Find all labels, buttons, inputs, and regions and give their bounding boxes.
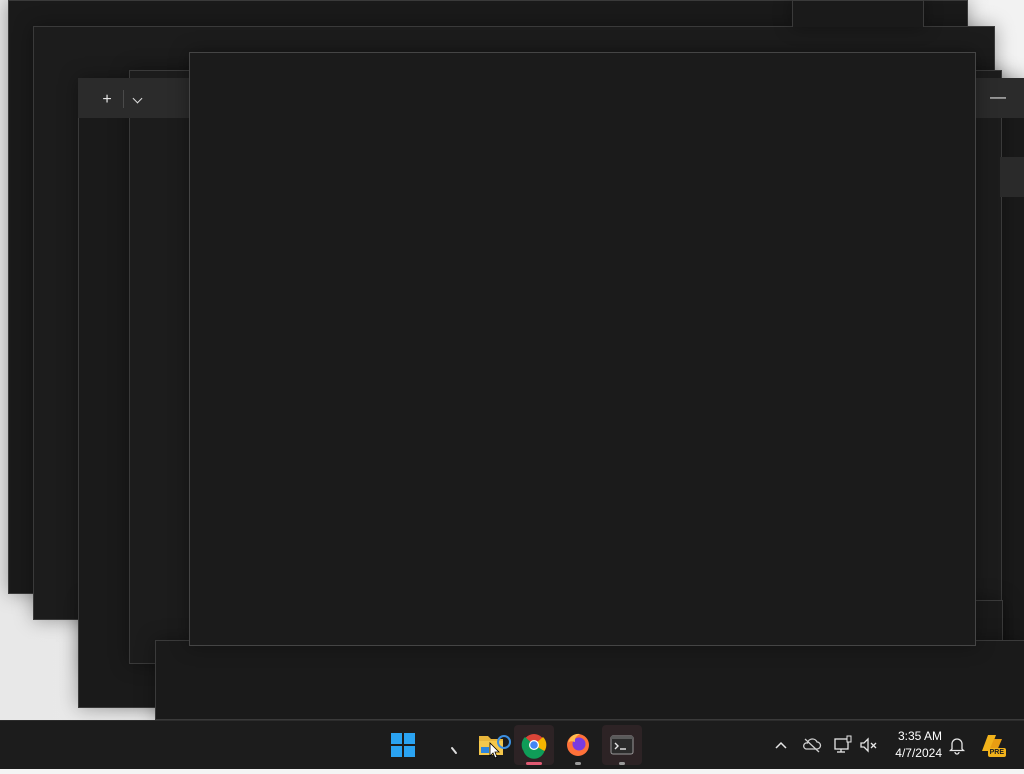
tab-dropdown-button[interactable] (124, 88, 150, 112)
show-hidden-icons-button[interactable] (770, 733, 792, 757)
taskbar: 3:35 AM 4/7/2024 PRE (0, 720, 1024, 769)
copilot-button[interactable]: PRE (978, 731, 1008, 759)
search-button[interactable] (433, 721, 473, 769)
minimize-label: — (990, 89, 1006, 106)
chevron-up-icon (775, 741, 787, 749)
window-caption-strip (1000, 157, 1024, 197)
chevron-down-icon (132, 93, 143, 104)
copilot-badge: PRE (987, 748, 1006, 757)
new-tab-button[interactable]: + (94, 88, 120, 112)
clock[interactable]: 3:35 AM 4/7/2024 (884, 728, 942, 764)
terminal-button[interactable] (602, 725, 642, 765)
terminal-titlebar: + (78, 78, 190, 118)
file-explorer-button[interactable] (473, 721, 513, 769)
terminal-window-content[interactable] (189, 52, 976, 646)
cloud-offline-icon (803, 738, 822, 753)
notifications-button[interactable] (946, 733, 968, 757)
chrome-button[interactable] (514, 725, 554, 765)
window-caption-strip: — (975, 78, 1024, 118)
windows-logo-icon (391, 733, 415, 757)
chrome-icon (521, 734, 547, 759)
firefox-button[interactable] (558, 721, 598, 769)
bell-icon (948, 738, 966, 755)
network-icon (834, 735, 852, 753)
minimize-button[interactable]: — (985, 86, 1011, 110)
ghost-window (155, 640, 1024, 720)
ghost-window (792, 0, 924, 27)
start-button[interactable] (383, 721, 423, 769)
new-tab-label: + (102, 91, 112, 108)
speaker-muted-icon (860, 737, 877, 753)
network-button[interactable] (832, 733, 854, 757)
running-indicator (575, 762, 581, 765)
volume-button[interactable] (858, 733, 880, 757)
search-icon (451, 747, 457, 754)
terminal-icon (610, 735, 634, 755)
clock-date: 4/7/2024 (895, 746, 942, 760)
active-indicator (526, 762, 542, 765)
onedrive-button[interactable] (800, 733, 824, 757)
running-indicator (619, 762, 625, 765)
folder-icon (479, 735, 511, 759)
clock-time: 3:35 AM (897, 729, 942, 743)
